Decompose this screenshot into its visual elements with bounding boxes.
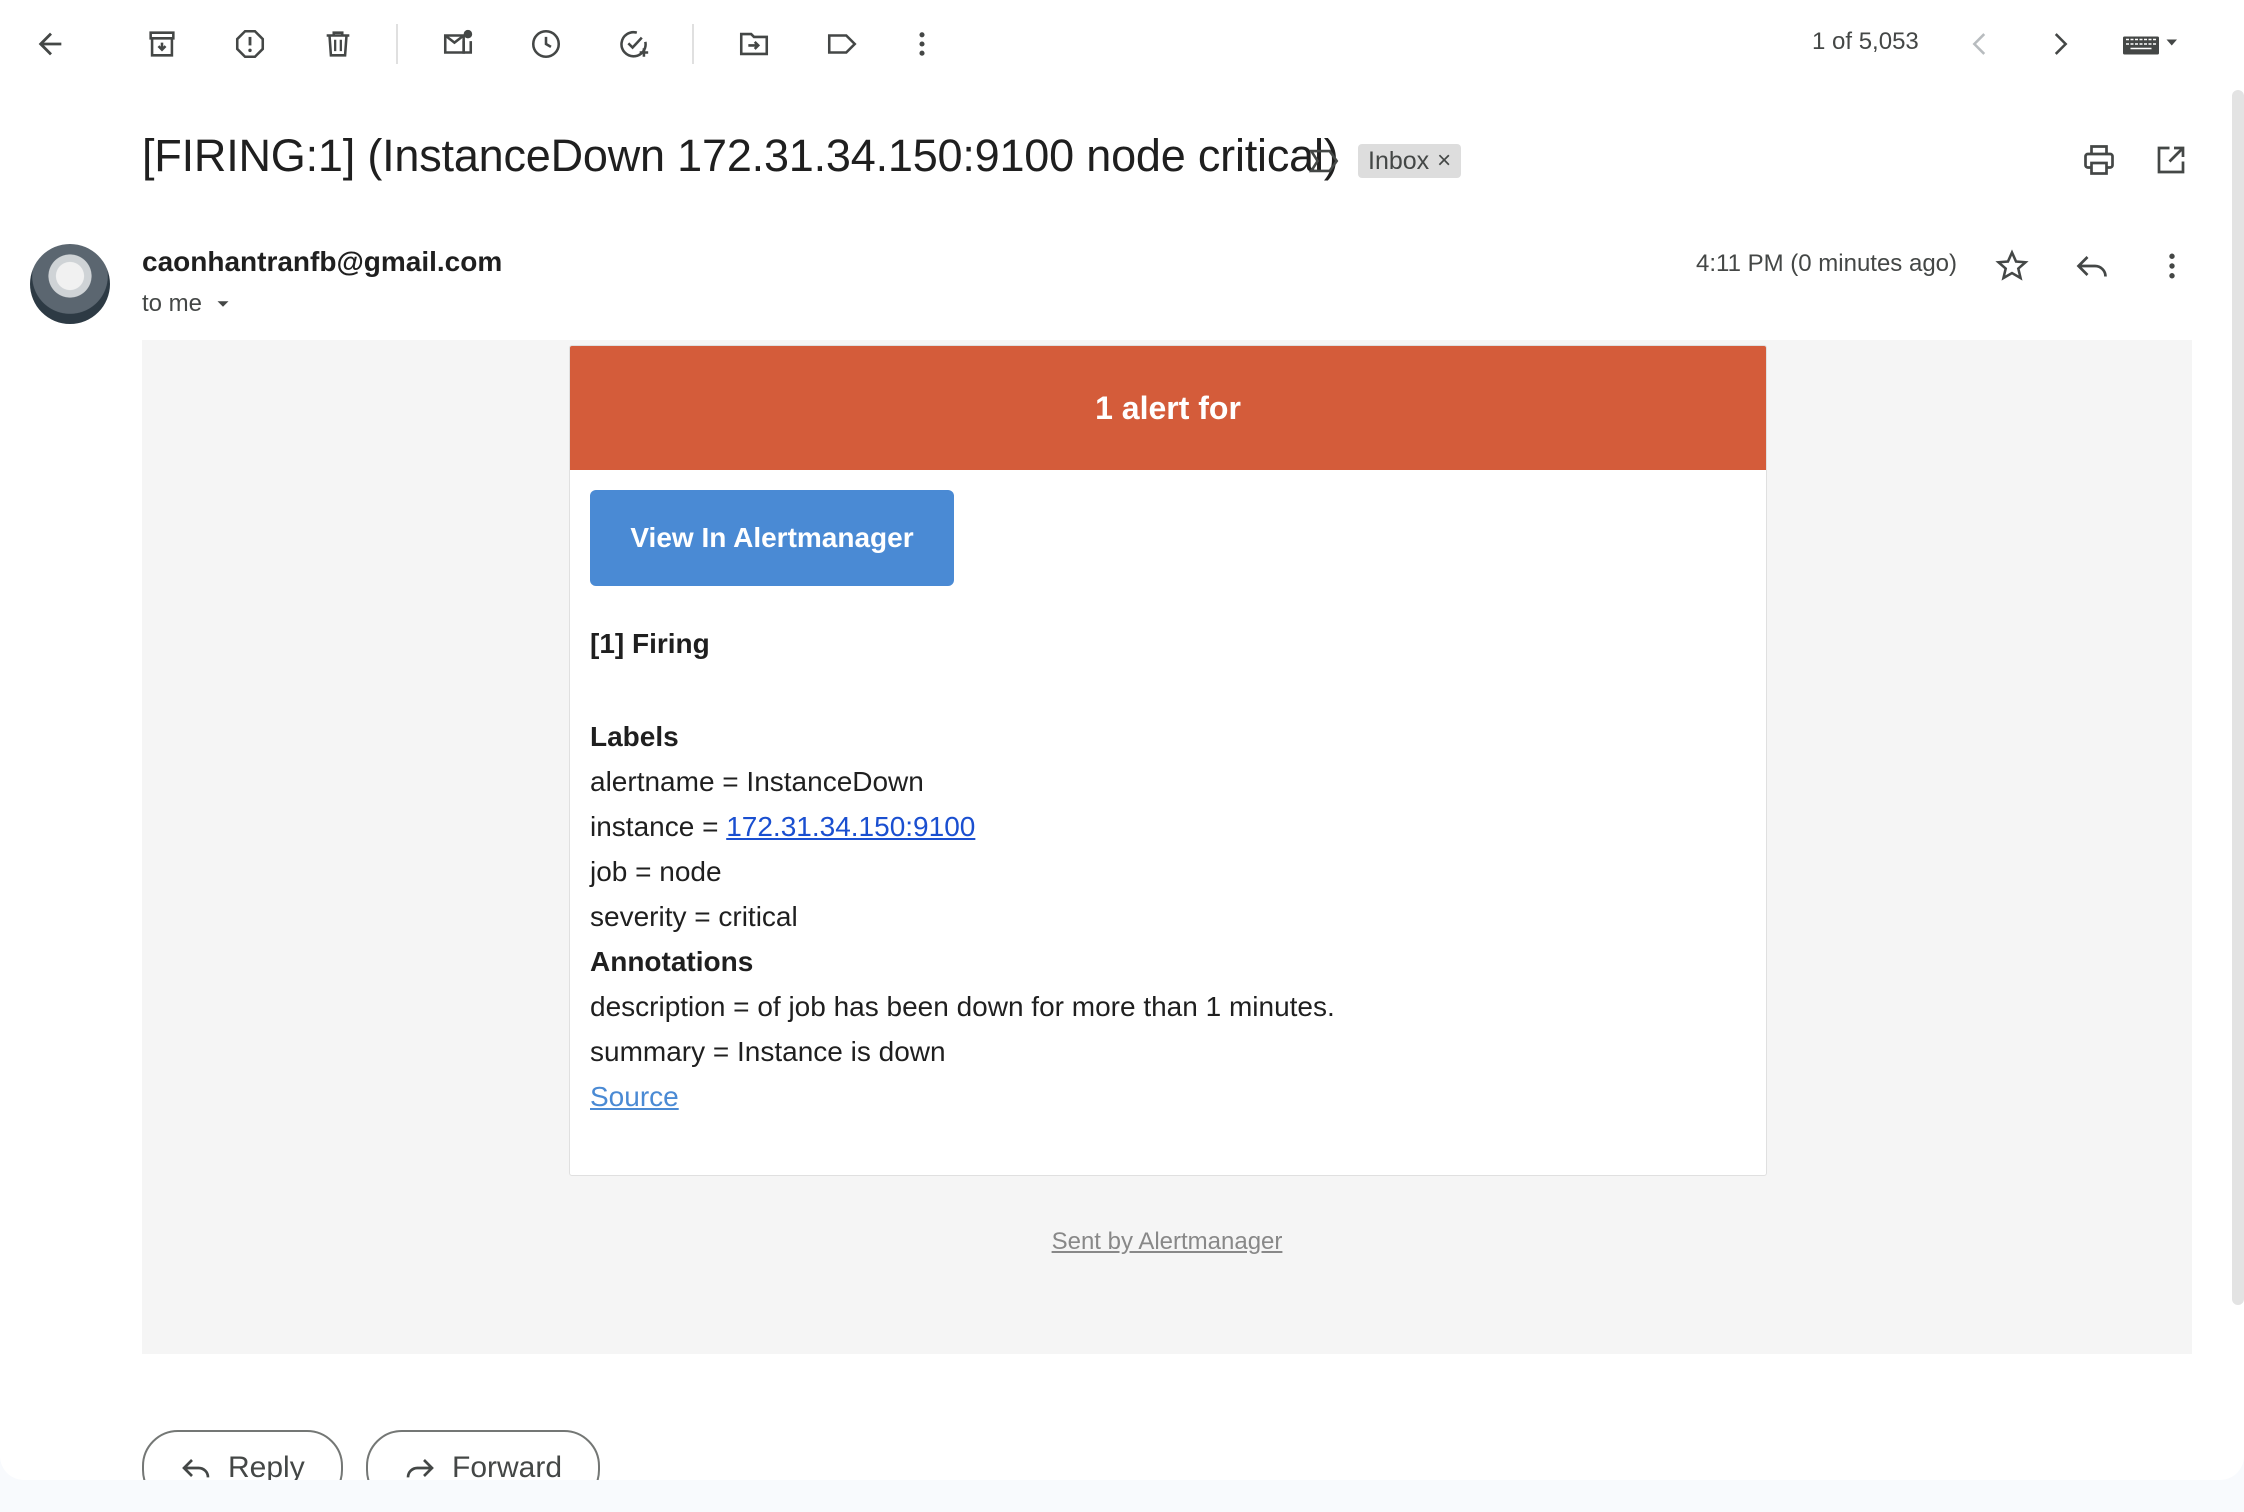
vertical-scrollbar[interactable] [2232,90,2244,1305]
alert-banner: 1 alert for [570,346,1766,470]
recipient-text: to me [142,290,203,317]
message-toolbar: 1 of 5,053 [0,0,2244,88]
firing-heading: [1] Firing [590,628,710,659]
more-vert-icon[interactable] [898,20,946,68]
back-arrow-icon[interactable] [26,20,74,68]
clock-icon[interactable] [522,20,570,68]
toolbar-divider [692,24,694,64]
annotation-summary: summary = Instance is down [590,1036,946,1067]
forward-arrow-icon [406,1459,434,1478]
label-severity: severity = critical [590,901,798,932]
instance-link[interactable]: 172.31.34.150:9100 [726,811,975,842]
mark-unread-icon[interactable] [434,20,482,68]
sender-email[interactable]: caonhantranfb@gmail.com [142,246,502,278]
inbox-label-text: Inbox [1368,146,1430,175]
prev-message-icon[interactable] [1956,20,2004,68]
received-time: 4:11 PM (0 minutes ago) [1696,250,1958,277]
alert-banner-text: 1 alert for [1095,389,1241,426]
sender-avatar[interactable] [30,244,110,324]
annotations-heading: Annotations [590,946,754,977]
trash-icon[interactable] [314,20,362,68]
view-in-alertmanager-button[interactable]: View In Alertmanager [590,490,954,586]
toolbar-divider [396,24,398,64]
sent-by-text[interactable]: Sent by Alertmanager [1052,1228,1283,1255]
source-link[interactable]: Source [590,1081,679,1112]
move-to-icon[interactable] [730,20,778,68]
label-alertname: alertname = InstanceDown [590,766,924,797]
alert-card: 1 alert for View In Alertmanager [1] Fir… [569,345,1767,1176]
reply-arrow-icon [182,1459,210,1478]
dropdown-arrow-icon [217,301,229,307]
star-icon[interactable] [1988,242,2036,290]
importance-marker-icon[interactable] [1306,144,1342,178]
forward-label: Forward [452,1451,563,1480]
open-in-new-window-icon[interactable] [2147,136,2195,184]
message-more-icon[interactable] [2148,242,2196,290]
inbox-label-chip: Inbox × [1358,144,1462,178]
email-subject: [FIRING:1] (InstanceDown 172.31.34.150:9… [142,130,1339,181]
labels-heading: Labels [590,721,679,752]
label-instance-prefix: instance = [590,811,727,842]
sent-by-alertmanager-link[interactable]: Sent by Alertmanager [142,1228,2192,1256]
reply-button[interactable]: Reply [142,1430,343,1480]
add-task-icon[interactable] [610,20,658,68]
label-job: job = node [590,856,722,887]
input-tools-keyboard-icon[interactable] [2112,20,2188,68]
annotation-description: description = of job has been down for m… [590,991,1335,1022]
remove-label-icon[interactable]: × [1437,147,1451,175]
print-icon[interactable] [2075,136,2123,184]
label-instance: instance = 172.31.34.150:9100 [590,804,1746,849]
reply-icon[interactable] [2068,242,2116,290]
next-message-icon[interactable] [2036,20,2084,68]
label-icon[interactable] [818,20,866,68]
pager-count: 1 of 5,053 [1812,28,1919,55]
email-body: 1 alert for View In Alertmanager [1] Fir… [142,340,2192,1354]
report-spam-icon[interactable] [226,20,274,68]
gmail-message-view: 1 of 5,053 [FIRING:1] (InstanceDown 172.… [0,0,2244,1480]
forward-button[interactable]: Forward [366,1430,601,1480]
recipient-details-toggle[interactable]: to me [142,290,234,318]
archive-icon[interactable] [138,20,186,68]
reply-label: Reply [228,1451,305,1480]
